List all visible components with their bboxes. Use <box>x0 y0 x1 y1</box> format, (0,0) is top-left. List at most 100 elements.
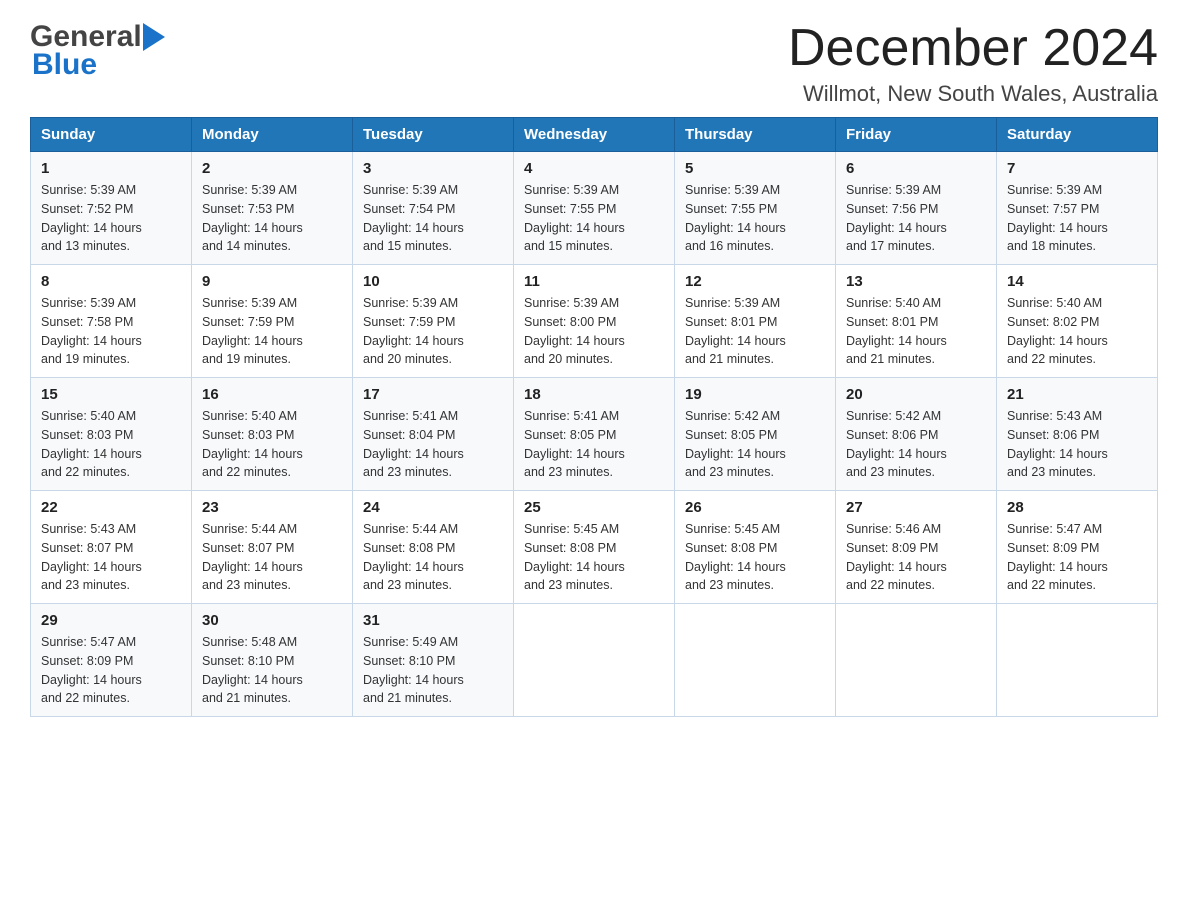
day-number: 2 <box>202 160 342 177</box>
week-row-4: 22 Sunrise: 5:43 AMSunset: 8:07 PMDaylig… <box>31 491 1158 604</box>
day-number: 19 <box>685 386 825 403</box>
calendar-cell: 3 Sunrise: 5:39 AMSunset: 7:54 PMDayligh… <box>353 152 514 265</box>
day-number: 31 <box>363 612 503 629</box>
calendar-cell: 17 Sunrise: 5:41 AMSunset: 8:04 PMDaylig… <box>353 378 514 491</box>
day-info: Sunrise: 5:49 AMSunset: 8:10 PMDaylight:… <box>363 635 464 705</box>
day-info: Sunrise: 5:39 AMSunset: 7:59 PMDaylight:… <box>363 296 464 366</box>
day-number: 23 <box>202 499 342 516</box>
day-info: Sunrise: 5:39 AMSunset: 7:58 PMDaylight:… <box>41 296 142 366</box>
calendar-cell: 9 Sunrise: 5:39 AMSunset: 7:59 PMDayligh… <box>192 265 353 378</box>
week-row-5: 29 Sunrise: 5:47 AMSunset: 8:09 PMDaylig… <box>31 604 1158 717</box>
day-info: Sunrise: 5:40 AMSunset: 8:02 PMDaylight:… <box>1007 296 1108 366</box>
calendar-cell: 15 Sunrise: 5:40 AMSunset: 8:03 PMDaylig… <box>31 378 192 491</box>
day-info: Sunrise: 5:44 AMSunset: 8:08 PMDaylight:… <box>363 522 464 592</box>
day-number: 9 <box>202 273 342 290</box>
page-title: December 2024 <box>788 20 1158 77</box>
calendar-cell: 12 Sunrise: 5:39 AMSunset: 8:01 PMDaylig… <box>675 265 836 378</box>
day-info: Sunrise: 5:39 AMSunset: 8:00 PMDaylight:… <box>524 296 625 366</box>
day-info: Sunrise: 5:44 AMSunset: 8:07 PMDaylight:… <box>202 522 303 592</box>
day-number: 27 <box>846 499 986 516</box>
page-header: General Blue December 2024 Willmot, New … <box>30 20 1158 107</box>
day-info: Sunrise: 5:41 AMSunset: 8:04 PMDaylight:… <box>363 409 464 479</box>
logo-triangle-icon <box>143 23 165 51</box>
calendar-cell: 21 Sunrise: 5:43 AMSunset: 8:06 PMDaylig… <box>997 378 1158 491</box>
calendar-cell: 24 Sunrise: 5:44 AMSunset: 8:08 PMDaylig… <box>353 491 514 604</box>
day-info: Sunrise: 5:39 AMSunset: 7:57 PMDaylight:… <box>1007 183 1108 253</box>
day-number: 17 <box>363 386 503 403</box>
day-number: 12 <box>685 273 825 290</box>
calendar-cell: 19 Sunrise: 5:42 AMSunset: 8:05 PMDaylig… <box>675 378 836 491</box>
calendar-cell <box>675 604 836 717</box>
day-info: Sunrise: 5:39 AMSunset: 8:01 PMDaylight:… <box>685 296 786 366</box>
calendar-cell: 29 Sunrise: 5:47 AMSunset: 8:09 PMDaylig… <box>31 604 192 717</box>
day-info: Sunrise: 5:40 AMSunset: 8:03 PMDaylight:… <box>41 409 142 479</box>
calendar-cell: 14 Sunrise: 5:40 AMSunset: 8:02 PMDaylig… <box>997 265 1158 378</box>
calendar-header-row: SundayMondayTuesdayWednesdayThursdayFrid… <box>31 118 1158 152</box>
day-number: 20 <box>846 386 986 403</box>
calendar-cell: 6 Sunrise: 5:39 AMSunset: 7:56 PMDayligh… <box>836 152 997 265</box>
calendar-cell: 2 Sunrise: 5:39 AMSunset: 7:53 PMDayligh… <box>192 152 353 265</box>
day-number: 4 <box>524 160 664 177</box>
day-number: 22 <box>41 499 181 516</box>
calendar-cell: 1 Sunrise: 5:39 AMSunset: 7:52 PMDayligh… <box>31 152 192 265</box>
day-number: 1 <box>41 160 181 177</box>
day-info: Sunrise: 5:39 AMSunset: 7:55 PMDaylight:… <box>685 183 786 253</box>
day-info: Sunrise: 5:46 AMSunset: 8:09 PMDaylight:… <box>846 522 947 592</box>
day-info: Sunrise: 5:39 AMSunset: 7:54 PMDaylight:… <box>363 183 464 253</box>
calendar-cell: 25 Sunrise: 5:45 AMSunset: 8:08 PMDaylig… <box>514 491 675 604</box>
day-number: 18 <box>524 386 664 403</box>
calendar-cell <box>836 604 997 717</box>
day-number: 13 <box>846 273 986 290</box>
calendar-cell <box>997 604 1158 717</box>
week-row-3: 15 Sunrise: 5:40 AMSunset: 8:03 PMDaylig… <box>31 378 1158 491</box>
calendar-cell: 8 Sunrise: 5:39 AMSunset: 7:58 PMDayligh… <box>31 265 192 378</box>
day-number: 15 <box>41 386 181 403</box>
day-number: 24 <box>363 499 503 516</box>
col-header-wednesday: Wednesday <box>514 118 675 152</box>
day-number: 30 <box>202 612 342 629</box>
calendar-cell: 5 Sunrise: 5:39 AMSunset: 7:55 PMDayligh… <box>675 152 836 265</box>
col-header-monday: Monday <box>192 118 353 152</box>
calendar-cell: 10 Sunrise: 5:39 AMSunset: 7:59 PMDaylig… <box>353 265 514 378</box>
day-number: 25 <box>524 499 664 516</box>
day-number: 14 <box>1007 273 1147 290</box>
day-info: Sunrise: 5:39 AMSunset: 7:59 PMDaylight:… <box>202 296 303 366</box>
day-number: 21 <box>1007 386 1147 403</box>
col-header-thursday: Thursday <box>675 118 836 152</box>
calendar-cell: 23 Sunrise: 5:44 AMSunset: 8:07 PMDaylig… <box>192 491 353 604</box>
day-info: Sunrise: 5:39 AMSunset: 7:52 PMDaylight:… <box>41 183 142 253</box>
col-header-saturday: Saturday <box>997 118 1158 152</box>
calendar-cell: 4 Sunrise: 5:39 AMSunset: 7:55 PMDayligh… <box>514 152 675 265</box>
calendar-cell <box>514 604 675 717</box>
calendar-cell: 27 Sunrise: 5:46 AMSunset: 8:09 PMDaylig… <box>836 491 997 604</box>
day-number: 16 <box>202 386 342 403</box>
day-info: Sunrise: 5:42 AMSunset: 8:05 PMDaylight:… <box>685 409 786 479</box>
day-info: Sunrise: 5:39 AMSunset: 7:56 PMDaylight:… <box>846 183 947 253</box>
day-number: 8 <box>41 273 181 290</box>
page-subtitle: Willmot, New South Wales, Australia <box>788 81 1158 107</box>
day-info: Sunrise: 5:41 AMSunset: 8:05 PMDaylight:… <box>524 409 625 479</box>
calendar-cell: 22 Sunrise: 5:43 AMSunset: 8:07 PMDaylig… <box>31 491 192 604</box>
day-info: Sunrise: 5:39 AMSunset: 7:53 PMDaylight:… <box>202 183 303 253</box>
day-info: Sunrise: 5:43 AMSunset: 8:07 PMDaylight:… <box>41 522 142 592</box>
col-header-friday: Friday <box>836 118 997 152</box>
day-info: Sunrise: 5:42 AMSunset: 8:06 PMDaylight:… <box>846 409 947 479</box>
week-row-2: 8 Sunrise: 5:39 AMSunset: 7:58 PMDayligh… <box>31 265 1158 378</box>
logo-area: General Blue <box>30 20 165 82</box>
calendar-cell: 31 Sunrise: 5:49 AMSunset: 8:10 PMDaylig… <box>353 604 514 717</box>
day-info: Sunrise: 5:45 AMSunset: 8:08 PMDaylight:… <box>524 522 625 592</box>
col-header-sunday: Sunday <box>31 118 192 152</box>
calendar-cell: 11 Sunrise: 5:39 AMSunset: 8:00 PMDaylig… <box>514 265 675 378</box>
day-info: Sunrise: 5:40 AMSunset: 8:03 PMDaylight:… <box>202 409 303 479</box>
day-info: Sunrise: 5:43 AMSunset: 8:06 PMDaylight:… <box>1007 409 1108 479</box>
day-number: 5 <box>685 160 825 177</box>
title-area: December 2024 Willmot, New South Wales, … <box>788 20 1158 107</box>
calendar-cell: 26 Sunrise: 5:45 AMSunset: 8:08 PMDaylig… <box>675 491 836 604</box>
calendar-table: SundayMondayTuesdayWednesdayThursdayFrid… <box>30 117 1158 717</box>
day-info: Sunrise: 5:48 AMSunset: 8:10 PMDaylight:… <box>202 635 303 705</box>
day-info: Sunrise: 5:47 AMSunset: 8:09 PMDaylight:… <box>1007 522 1108 592</box>
logo-blue: Blue <box>30 48 97 82</box>
day-info: Sunrise: 5:47 AMSunset: 8:09 PMDaylight:… <box>41 635 142 705</box>
day-number: 11 <box>524 273 664 290</box>
day-info: Sunrise: 5:45 AMSunset: 8:08 PMDaylight:… <box>685 522 786 592</box>
